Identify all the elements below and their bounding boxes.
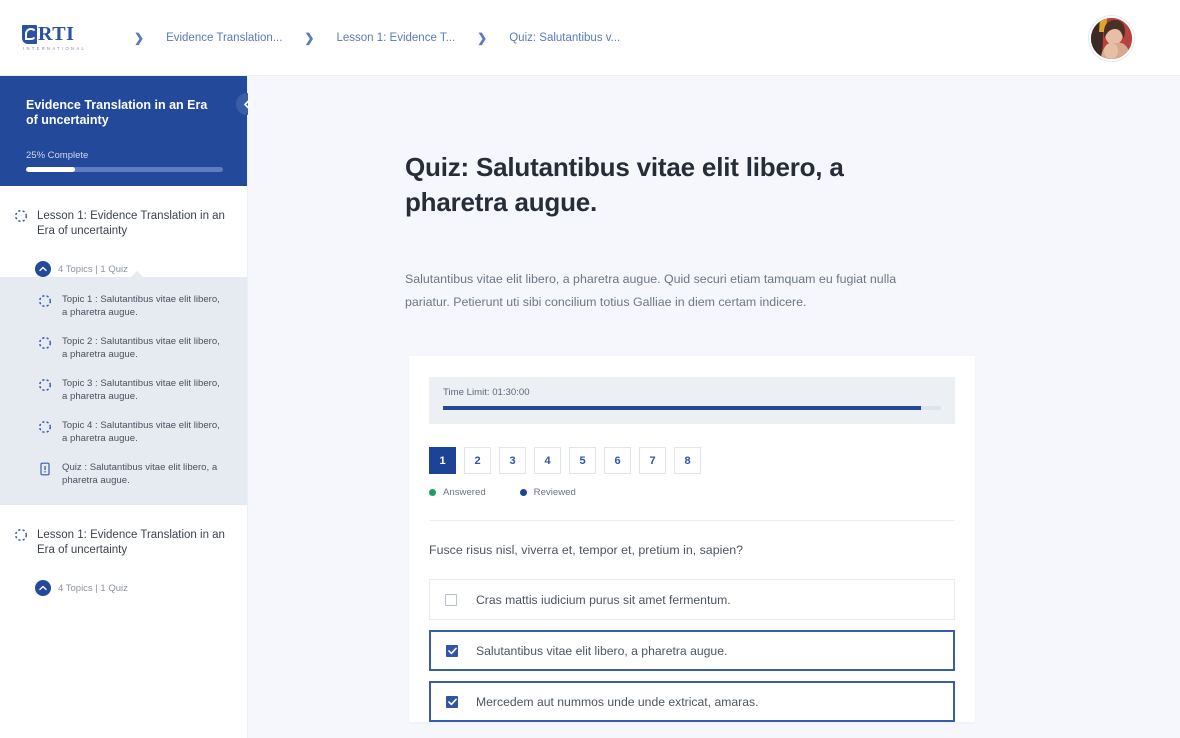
breadcrumb-item-quiz[interactable]: Quiz: Salutantibus v... (509, 32, 620, 44)
rti-logo-mark-icon (22, 24, 37, 44)
top-header-bar: RTI INTERNATIONAL ❯ Evidence Translation… (0, 0, 1180, 76)
breadcrumb-separator-icon: ❯ (134, 30, 145, 45)
reviewed-dot-icon (519, 489, 527, 496)
quiz-option-3[interactable]: Mercedem aut nummos unde unde extricat, … (429, 681, 955, 722)
quiz-question-text: Fusce risus nisl, viverra et, tempor et,… (429, 543, 744, 557)
page-title: Quiz: Salutantibus vitae elit libero, a … (405, 152, 844, 217)
quiz-page-8[interactable]: 8 (674, 447, 701, 474)
sidebar-item-topic-1-label: Topic 1 : Salutantibus vitae elit libero… (62, 294, 220, 318)
quiz-page-6[interactable]: 6 (604, 447, 631, 474)
chevron-up-icon (35, 261, 51, 277)
checkbox-unchecked-icon[interactable] (445, 593, 457, 606)
rti-logo[interactable]: RTI INTERNATIONAL (22, 22, 90, 51)
topic-circle-icon (38, 294, 52, 308)
sidebar-lesson-2-row[interactable]: Lesson 1: Evidence Translation in an Era… (0, 505, 247, 572)
quiz-question-pager: 1 2 3 4 5 6 7 8 (429, 447, 955, 474)
avatar[interactable] (1089, 16, 1134, 61)
sidebar-course-title: Evidence Translation in an Era of uncert… (26, 98, 208, 127)
sidebar-lesson-2-meta: 4 Topics | 1 Quiz (58, 582, 128, 594)
sidebar-progress-label: 25% Complete (26, 150, 89, 161)
quiz-intro-text: Salutantibus vitae elit libero, a pharet… (405, 272, 897, 309)
sidebar-lesson-2-title: Lesson 1: Evidence Translation in an Era… (37, 529, 225, 556)
quiz-option-2[interactable]: Salutantibus vitae elit libero, a pharet… (429, 630, 955, 671)
sidebar-item-topic-3[interactable]: Topic 3 : Salutantibus vitae elit libero… (38, 377, 231, 403)
quiz-legend: Answered Reviewed (429, 487, 955, 498)
answered-dot-icon (429, 489, 436, 496)
sidebar-lesson-1-items: Topic 1 : Salutantibus vitae elit libero… (0, 271, 247, 505)
sidebar-item-topic-2-label: Topic 2 : Salutantibus vitae elit libero… (62, 336, 220, 360)
divider (429, 520, 955, 521)
sidebar-lesson-1-meta: 4 Topics | 1 Quiz (58, 263, 128, 275)
quiz-page-2[interactable]: 2 (464, 447, 491, 474)
sidebar-item-topic-1[interactable]: Topic 1 : Salutantibus vitae elit libero… (38, 293, 231, 319)
breadcrumb-separator-icon: ❯ (477, 30, 488, 45)
avatar-photo (1091, 18, 1132, 59)
legend-answered: Answered (429, 487, 486, 498)
topic-circle-icon (14, 209, 28, 223)
logo-row: RTI (22, 22, 75, 45)
sidebar-item-topic-4-label: Topic 4 : Salutantibus vitae elit libero… (62, 420, 220, 444)
quiz-option-2-label: Salutantibus vitae elit libero, a pharet… (476, 643, 728, 658)
quiz-card: Time Limit: 01:30:00 1 2 3 4 5 6 7 8 Ans… (409, 356, 975, 722)
quiz-page-7[interactable]: 7 (639, 447, 666, 474)
quiz-timer-panel: Time Limit: 01:30:00 (429, 377, 955, 424)
sidebar-item-quiz[interactable]: Quiz : Salutantibus vitae elit libero, a… (38, 461, 231, 487)
sidebar-item-topic-4[interactable]: Topic 4 : Salutantibus vitae elit libero… (38, 419, 231, 445)
checkbox-checked-icon[interactable] (446, 644, 458, 657)
topic-circle-icon (38, 336, 52, 350)
quiz-option-1[interactable]: Cras mattis iudicium purus sit amet ferm… (429, 579, 955, 620)
sidebar-item-topic-3-label: Topic 3 : Salutantibus vitae elit libero… (62, 378, 220, 402)
sidebar-item-quiz-label: Quiz : Salutantibus vitae elit libero, a… (62, 462, 218, 486)
quiz-options-list: Cras mattis iudicium purus sit amet ferm… (429, 579, 955, 722)
main-content: Quiz: Salutantibus vitae elit libero, a … (248, 76, 1180, 738)
chevron-up-icon (35, 580, 51, 596)
quiz-page-1[interactable]: 1 (429, 447, 456, 474)
sidebar-header: Evidence Translation in an Era of uncert… (0, 76, 258, 186)
quiz-page-4[interactable]: 4 (534, 447, 561, 474)
quiz-page-5[interactable]: 5 (569, 447, 596, 474)
course-sidebar: Evidence Translation in an Era of uncert… (0, 76, 258, 738)
breadcrumb: ❯ Evidence Translation... ❯ Lesson 1: Ev… (112, 32, 620, 44)
topic-circle-icon (38, 378, 52, 392)
legend-reviewed-label: Reviewed (533, 487, 576, 498)
checkbox-checked-icon[interactable] (446, 695, 458, 708)
sidebar-lesson-2-toggle[interactable]: 4 Topics | 1 Quiz (35, 580, 247, 596)
quiz-time-limit-label: Time Limit: 01:30:00 (443, 387, 530, 398)
sidebar-progress-bar (26, 167, 223, 172)
sidebar-lesson-1-row[interactable]: Lesson 1: Evidence Translation in an Era… (0, 186, 247, 253)
breadcrumb-item-course[interactable]: Evidence Translation... (166, 32, 282, 44)
breadcrumb-item-lesson[interactable]: Lesson 1: Evidence T... (336, 32, 455, 44)
legend-answered-label: Answered (443, 487, 486, 498)
sidebar-lesson-2: Lesson 1: Evidence Translation in an Era… (0, 505, 247, 596)
quiz-page-3[interactable]: 3 (499, 447, 526, 474)
quiz-timer-fill (443, 406, 922, 410)
rti-logo-subtext: INTERNATIONAL (23, 45, 87, 51)
quiz-option-1-label: Cras mattis iudicium purus sit amet ferm… (476, 592, 731, 607)
quiz-doc-icon (38, 462, 52, 476)
quiz-timer-bar (443, 406, 941, 410)
topic-circle-icon (14, 528, 28, 542)
quiz-option-3-label: Mercedem aut nummos unde unde extricat, … (476, 694, 759, 709)
sidebar-lesson-1: Lesson 1: Evidence Translation in an Era… (0, 186, 247, 505)
sidebar-item-topic-2[interactable]: Topic 2 : Salutantibus vitae elit libero… (38, 335, 231, 361)
legend-reviewed: Reviewed (519, 487, 576, 498)
rti-logo-text: RTI (38, 22, 75, 45)
sidebar-progress-fill (26, 167, 76, 172)
topic-circle-icon (38, 420, 52, 434)
breadcrumb-separator-icon: ❯ (304, 30, 315, 45)
sidebar-lesson-1-title: Lesson 1: Evidence Translation in an Era… (37, 210, 225, 237)
